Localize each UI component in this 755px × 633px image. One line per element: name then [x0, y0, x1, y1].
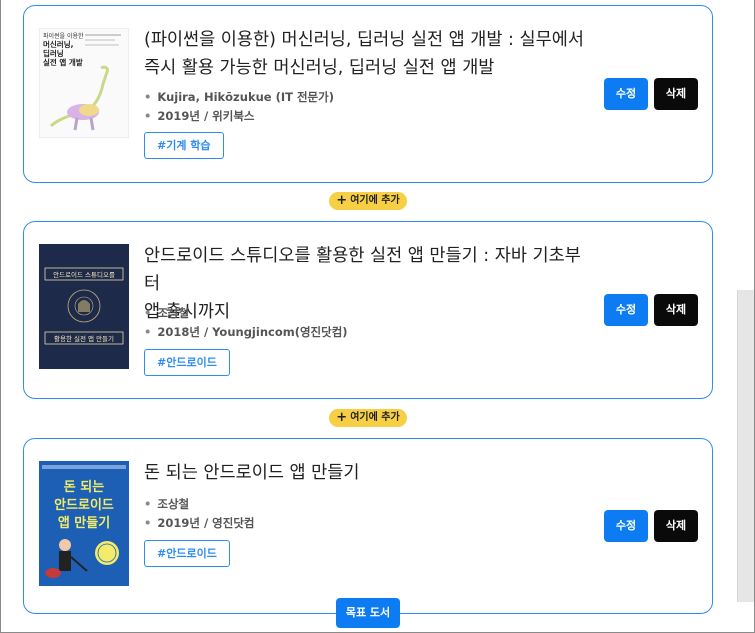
add-here-label: 여기에 추가: [350, 412, 400, 423]
add-here-button[interactable]: + 여기에 추가: [329, 409, 407, 427]
book-year-publisher: 2019년 / 위키북스: [144, 107, 334, 126]
cover-text: 머신러닝,: [43, 39, 74, 49]
add-here-label: 여기에 추가: [350, 195, 400, 206]
book-author: Kujira, Hikōzukue (IT 전문가): [144, 88, 334, 107]
book-card: 파이썬을 이용한 머신러닝, 딥러닝 실전 앱 개발 (파이썬을 이용한) 머신…: [23, 5, 713, 183]
book-meta: 조상철 2019년 / 영진닷컴: [144, 495, 254, 533]
cover-text: 실전 앱 개발: [43, 57, 83, 67]
cover-text: 활용한 실전 앱 만들기: [54, 334, 114, 343]
book-cover-3-art: 돈 되는 안드로이드 앱 만들기: [39, 461, 129, 586]
cover-text: 앱 만들기: [58, 515, 110, 531]
book-author: 조상철: [144, 495, 254, 514]
book-card: 안드로이드 스튜디오를 활용한 실전 앱 만들기 안드로이드 스튜디오를 활용한…: [23, 221, 713, 399]
book-card: 돈 되는 안드로이드 앱 만들기 돈 되는 안드로이드 앱 만들기 조상철 20…: [23, 438, 713, 614]
book-title-line: 돈 되는 안드로이드 앱 만들기: [144, 463, 360, 483]
book-tag[interactable]: #안드로이드: [144, 540, 230, 567]
book-tag[interactable]: #기계 학습: [144, 132, 224, 159]
book-list-view: 파이썬을 이용한 머신러닝, 딥러닝 실전 앱 개발 (파이썬을 이용한) 머신…: [0, 0, 755, 633]
delete-button[interactable]: 삭제: [654, 294, 698, 326]
delete-button[interactable]: 삭제: [654, 78, 698, 110]
edit-button[interactable]: 수정: [604, 510, 648, 542]
book-cover-image: 파이썬을 이용한 머신러닝, 딥러닝 실전 앱 개발: [39, 28, 129, 153]
book-cover-1-art: 파이썬을 이용한 머신러닝, 딥러닝 실전 앱 개발: [39, 28, 129, 139]
book-meta: Kujira, Hikōzukue (IT 전문가) 2019년 / 위키북스: [144, 88, 334, 126]
book-cover-2-art: 안드로이드 스튜디오를 활용한 실전 앱 만들기: [39, 244, 129, 369]
book-year-publisher: 2019년 / 영진닷컴: [144, 514, 254, 533]
plus-icon: +: [336, 410, 348, 425]
cover-text: 딥러닝: [43, 48, 64, 58]
book-cover-image: 돈 되는 안드로이드 앱 만들기: [39, 461, 129, 586]
cover-text: 돈 되는: [64, 479, 104, 495]
edit-button[interactable]: 수정: [604, 78, 648, 110]
book-meta: 조상철 2018년 / Youngjincom(영진닷컴): [144, 304, 348, 342]
cover-text: 안드로이드 스튜디오를: [53, 270, 115, 279]
plus-icon: +: [336, 193, 348, 208]
book-tag[interactable]: #안드로이드: [144, 349, 230, 376]
book-title-line: (파이썬을 이용한) 머신러닝, 딥러닝 실전 앱 개발 : 실무에서: [144, 30, 584, 50]
book-cover-image: 안드로이드 스튜디오를 활용한 실전 앱 만들기: [39, 244, 129, 369]
book-title: 돈 되는 안드로이드 앱 만들기: [144, 459, 584, 487]
book-title: (파이썬을 이용한) 머신러닝, 딥러닝 실전 앱 개발 : 실무에서 즉시 활…: [144, 26, 584, 82]
cover-text: 안드로이드: [54, 497, 114, 513]
edit-button[interactable]: 수정: [604, 294, 648, 326]
book-author: 조상철: [144, 304, 348, 323]
book-title-line: 즉시 활용 가능한 머신러닝, 딥러닝 실전 앱 개발: [144, 58, 495, 78]
delete-button[interactable]: 삭제: [654, 510, 698, 542]
cover-text: 파이썬을 이용한: [43, 32, 84, 40]
goal-books-button[interactable]: 목표 도서: [336, 598, 400, 628]
scrollbar[interactable]: [737, 290, 754, 602]
book-title-line: 안드로이드 스튜디오를 활용한 실전 앱 만들기 : 자바 기초부터: [144, 246, 581, 294]
book-year-publisher: 2018년 / Youngjincom(영진닷컴): [144, 323, 347, 342]
add-here-button[interactable]: + 여기에 추가: [329, 192, 407, 210]
